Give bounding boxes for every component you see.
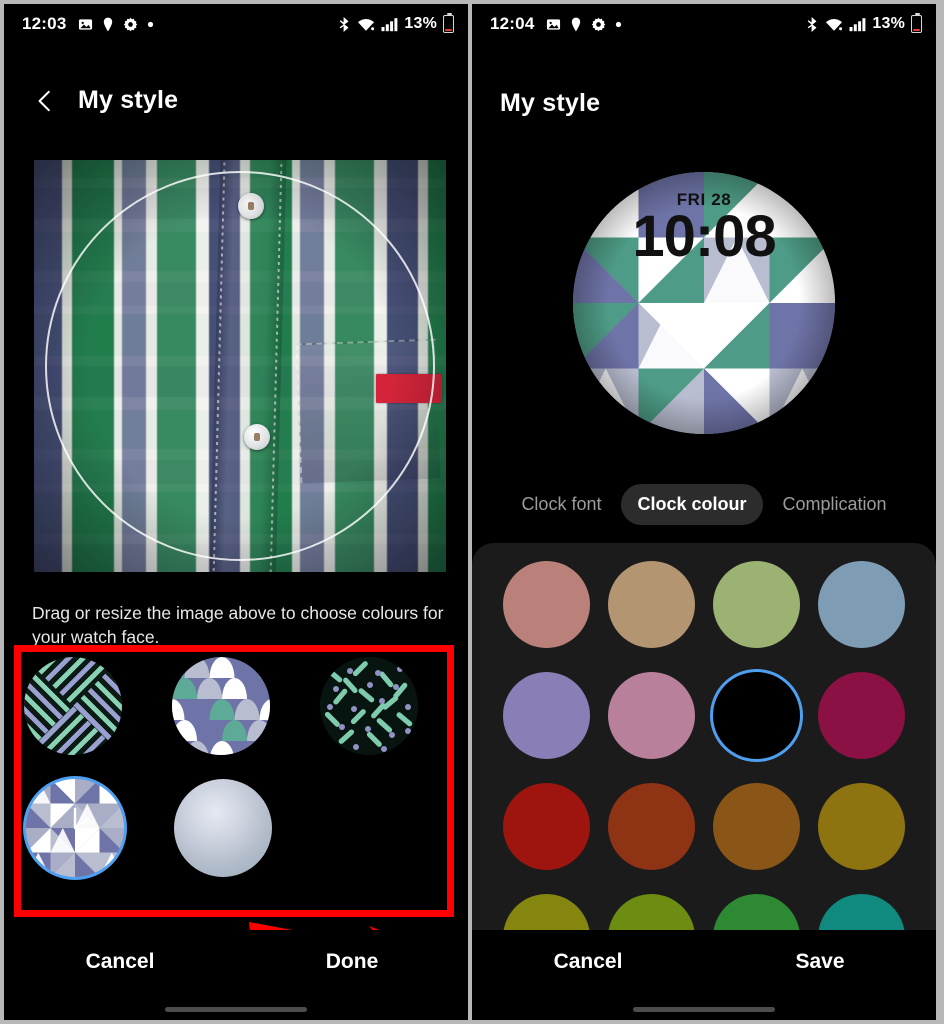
- right-phone-screen: 12:04 13% My style FRI 28 10:08 Clock fo…: [472, 4, 936, 1020]
- thumbnail-chevron-pattern[interactable]: [24, 657, 122, 755]
- page-title: My style: [78, 86, 179, 114]
- save-button[interactable]: Save: [704, 950, 936, 974]
- photo-crop-area[interactable]: [34, 160, 446, 572]
- cancel-button[interactable]: Cancel: [472, 950, 704, 974]
- right-bottom-bar: Cancel Save: [472, 930, 936, 1020]
- style-tab-bar: Clock font Clock colour Complication: [472, 484, 936, 525]
- left-status-bar: 12:03 13%: [4, 4, 468, 44]
- wifi-icon: [357, 17, 375, 32]
- location-pin-icon: [570, 17, 582, 32]
- circular-crop-guide[interactable]: [45, 171, 435, 561]
- hint-text: Drag or resize the image above to choose…: [32, 603, 444, 647]
- dot-icon: [147, 21, 154, 28]
- thumbnail-row-2: [24, 779, 448, 877]
- colour-swatch-4[interactable]: [503, 672, 590, 759]
- colour-swatch-grid: [472, 561, 936, 981]
- colour-swatch-10[interactable]: [713, 783, 800, 870]
- thumbnail-gradient-blob[interactable]: [174, 779, 272, 877]
- colour-swatch-9[interactable]: [608, 783, 695, 870]
- signal-icon: [381, 17, 398, 32]
- tab-clock-font[interactable]: Clock font: [505, 484, 617, 525]
- dot-icon: [615, 21, 622, 28]
- watch-face-preview: FRI 28 10:08: [573, 172, 835, 434]
- thumbnail-scales-pattern[interactable]: [172, 657, 270, 755]
- battery-icon: [443, 12, 454, 33]
- left-phone-screen: 12:03 13% My style Drag or resize the im…: [4, 4, 468, 1020]
- status-bar-left-group: 12:03: [22, 14, 154, 34]
- status-bar-right-group: 13%: [806, 12, 922, 33]
- done-button[interactable]: Done: [236, 950, 468, 974]
- bluetooth-icon: [806, 16, 819, 33]
- signal-icon: [849, 17, 866, 32]
- gear-icon: [591, 17, 606, 32]
- right-status-bar: 12:04 13%: [472, 4, 936, 44]
- colour-swatch-6[interactable]: [713, 672, 800, 759]
- colour-swatch-1[interactable]: [608, 561, 695, 648]
- wifi-icon: [825, 17, 843, 32]
- screenshot-stage: 12:03 13% My style Drag or resize the im…: [0, 0, 944, 1024]
- status-bar-right-group: 13%: [338, 12, 454, 33]
- status-bar-clock: 12:04: [490, 14, 535, 33]
- bluetooth-icon: [338, 16, 351, 33]
- colour-swatch-2[interactable]: [713, 561, 800, 648]
- gear-icon: [123, 17, 138, 32]
- right-app-bar: My style: [472, 89, 936, 118]
- thumbnail-dashes-pattern[interactable]: [320, 657, 418, 755]
- cancel-button[interactable]: Cancel: [4, 950, 236, 974]
- gesture-bar[interactable]: [633, 1007, 775, 1012]
- watch-time-label: 10:08: [632, 204, 776, 269]
- thumbnail-row-1: [24, 657, 448, 755]
- style-thumbnail-grid: [24, 657, 448, 877]
- location-pin-icon: [102, 17, 114, 32]
- status-bar-left-group: 12:04: [490, 14, 622, 34]
- image-icon: [546, 17, 561, 32]
- colour-swatch-5[interactable]: [608, 672, 695, 759]
- back-arrow-icon[interactable]: [32, 88, 58, 114]
- battery-percent-label: 13%: [872, 15, 905, 32]
- colour-swatch-11[interactable]: [818, 783, 905, 870]
- battery-icon: [911, 12, 922, 33]
- tab-complication[interactable]: Complication: [767, 484, 903, 525]
- thumbnail-triangles-watch-face[interactable]: [26, 779, 124, 877]
- left-bottom-bar: Cancel Done: [4, 930, 468, 1020]
- status-bar-clock: 12:03: [22, 14, 67, 33]
- page-title: My style: [500, 89, 601, 117]
- colour-swatch-8[interactable]: [503, 783, 590, 870]
- colour-swatch-0[interactable]: [503, 561, 590, 648]
- battery-percent-label: 13%: [404, 15, 437, 32]
- colour-swatch-3[interactable]: [818, 561, 905, 648]
- colour-swatch-7[interactable]: [818, 672, 905, 759]
- tab-clock-colour[interactable]: Clock colour: [621, 484, 763, 525]
- image-icon: [78, 17, 93, 32]
- gesture-bar[interactable]: [165, 1007, 307, 1012]
- left-app-bar: My style: [4, 86, 468, 115]
